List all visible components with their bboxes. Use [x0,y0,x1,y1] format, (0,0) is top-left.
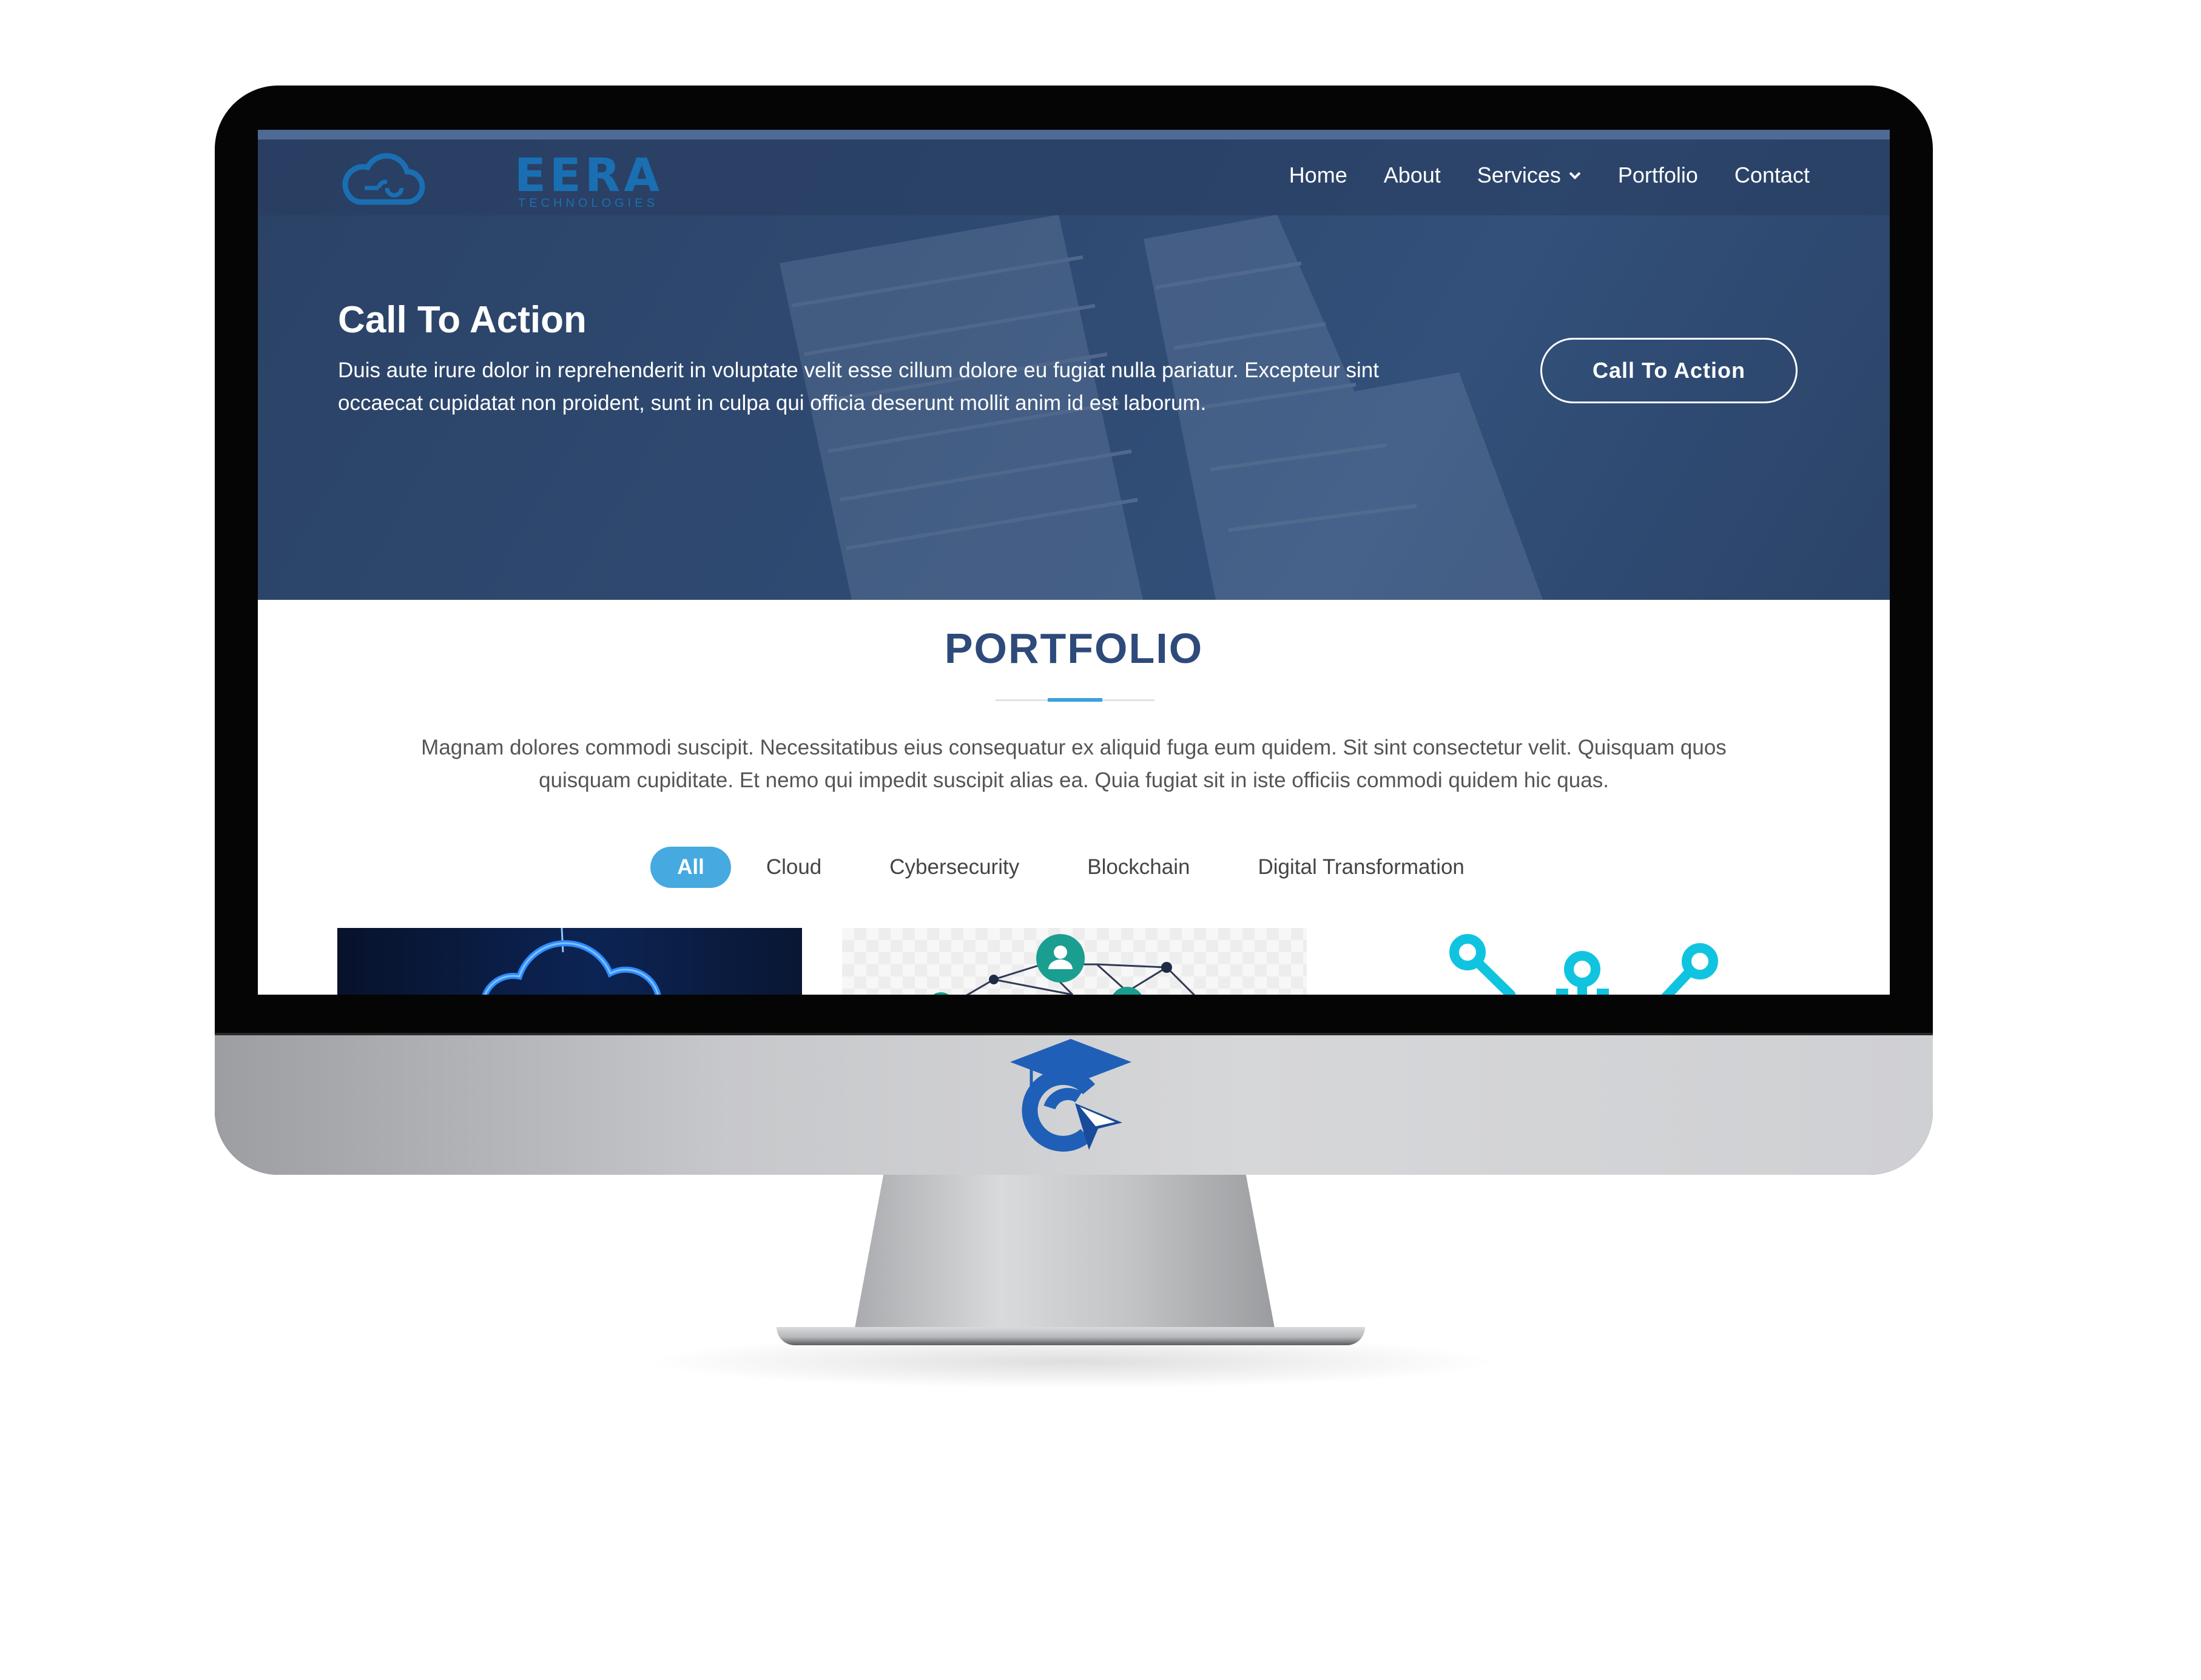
monitor-stand [854,1174,1275,1331]
nav-services[interactable]: Services [1477,163,1582,188]
hero-title: Call To Action [338,299,587,341]
filter-digital-transformation[interactable]: Digital Transformation [1225,847,1497,888]
nav-home[interactable]: Home [1289,163,1347,188]
network-user-icon [933,934,1196,995]
filter-cybersecurity[interactable]: Cybersecurity [857,847,1052,888]
circuit-icon [1449,934,1718,995]
nav-about[interactable]: About [1384,163,1441,188]
navbar: EERA TECHNOLOGIES Home About Services Po… [258,139,1890,215]
logo-wordmark: EERA [514,148,664,202]
filter-cloud[interactable]: Cloud [733,847,854,888]
website-screen: EERA TECHNOLOGIES Home About Services Po… [258,130,1890,995]
portfolio-description: Magnam dolores commodi suscipit. Necessi… [421,736,1727,792]
call-to-action-button[interactable]: Call To Action [1540,338,1798,403]
portfolio-item-network[interactable] [842,928,1307,995]
graduation-cap-cursor-logo-icon [1010,1039,1131,1152]
monitor-stand-base [777,1327,1365,1345]
cloud-icon [482,928,661,995]
hero-section: EERA TECHNOLOGIES Home About Services Po… [258,130,1890,600]
filter-all[interactable]: All [650,847,731,888]
chevron-down-icon [1569,172,1581,180]
logo-subtitle: TECHNOLOGIES [518,197,658,210]
portfolio-item-cloud[interactable] [337,928,802,995]
site-logo[interactable]: EERA TECHNOLOGIES [337,146,659,212]
filter-blockchain[interactable]: Blockchain [1054,847,1222,888]
nav-contact[interactable]: Contact [1734,163,1810,188]
title-divider-accent [1048,698,1102,702]
hero-text: Duis aute irure dolor in reprehenderit i… [338,358,1379,415]
portfolio-item-circuit[interactable] [1347,928,1812,995]
main-nav: Home About Services Portfolio Contact [1253,163,1810,188]
monitor-chin [215,1035,1933,1175]
nav-portfolio[interactable]: Portfolio [1618,163,1698,188]
cloud-logo-icon [342,153,425,205]
portfolio-filters: All Cloud Cybersecurity Blockchain Digit… [258,847,1890,888]
portfolio-title: PORTFOLIO [944,625,1204,672]
